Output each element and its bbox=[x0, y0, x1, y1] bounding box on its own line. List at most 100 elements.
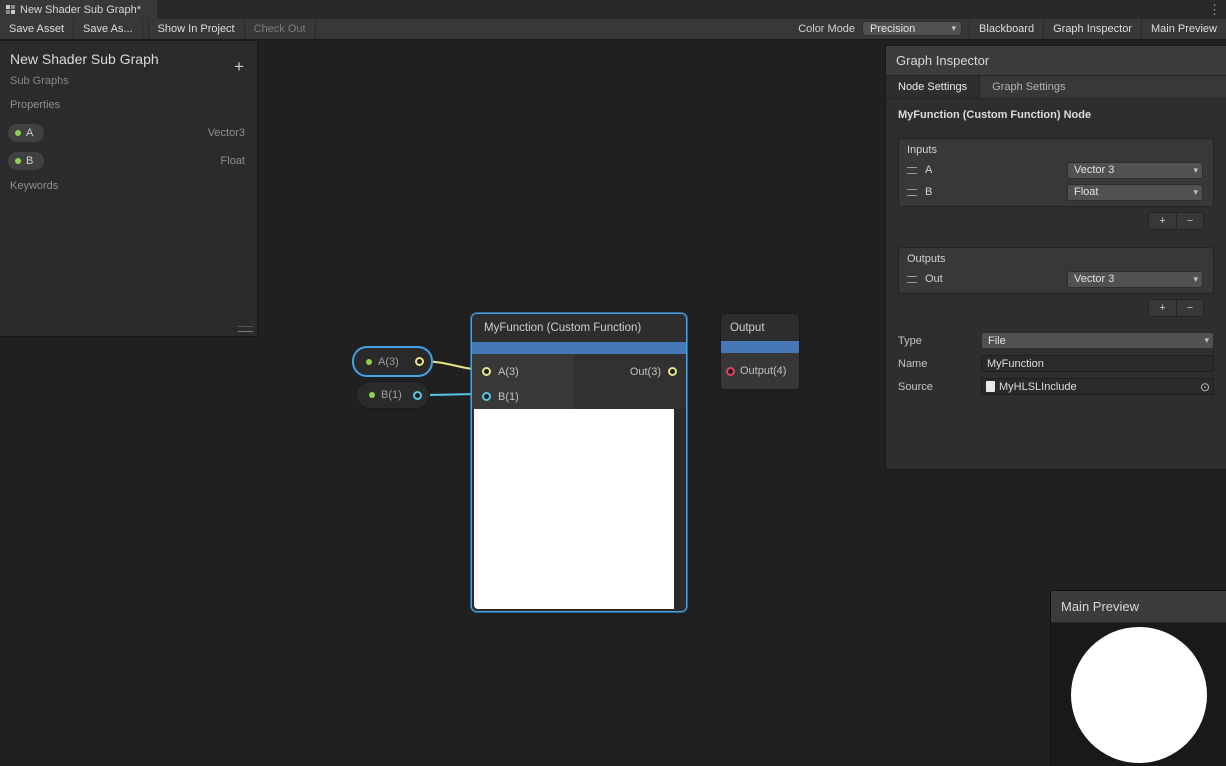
color-mode-value: Precision bbox=[870, 23, 915, 35]
main-preview-toggle-button[interactable]: Main Preview bbox=[1141, 19, 1226, 39]
hlsl-file-icon bbox=[986, 381, 995, 392]
custom-function-node[interactable]: MyFunction (Custom Function) A(3) B(1) O… bbox=[471, 313, 687, 612]
inputs-box: Inputs A Vector 3 ▾ B Float ▾ bbox=[898, 138, 1214, 207]
property-color-dot bbox=[366, 359, 372, 365]
object-picker-icon[interactable]: ⊙ bbox=[1200, 381, 1210, 393]
port-label: Out(3) bbox=[630, 366, 661, 378]
property-node-a[interactable]: A(3) bbox=[352, 346, 433, 377]
node-title[interactable]: MyFunction (Custom Function) bbox=[472, 314, 686, 342]
drag-handle-icon[interactable] bbox=[907, 276, 917, 283]
output-port-icon[interactable] bbox=[413, 391, 422, 400]
shader-graph-window: A(3) B(1) MyFunction (Custom Function) A… bbox=[0, 0, 1226, 766]
property-row-a[interactable]: A Vector3 bbox=[8, 120, 251, 146]
blackboard-panel[interactable]: New Shader Sub Graph + Sub Graphs Proper… bbox=[0, 40, 258, 337]
property-node-label: B(1) bbox=[381, 389, 402, 401]
property-pill[interactable]: A bbox=[8, 124, 44, 142]
property-color-dot bbox=[15, 130, 21, 136]
input-type-dropdown[interactable]: Float ▾ bbox=[1067, 184, 1203, 201]
source-field-row: Source MyHLSLInclude ⊙ bbox=[898, 378, 1214, 395]
graph-inspector-toggle-button[interactable]: Graph Inspector bbox=[1043, 19, 1141, 39]
property-node-label: A(3) bbox=[378, 356, 399, 368]
type-dropdown[interactable]: File ▾ bbox=[981, 332, 1214, 349]
main-preview-viewport[interactable] bbox=[1051, 623, 1226, 766]
input-type-dropdown[interactable]: Vector 3 ▾ bbox=[1067, 162, 1203, 179]
shader-graph-asset-icon bbox=[6, 5, 15, 14]
output-port-row: Out(3) bbox=[573, 359, 686, 384]
color-mode-dropdown[interactable]: Precision ▾ bbox=[862, 21, 962, 36]
chevron-down-icon: ▾ bbox=[952, 24, 957, 33]
property-type: Float bbox=[221, 155, 251, 167]
add-input-button[interactable]: + bbox=[1149, 213, 1176, 229]
output-port-icon[interactable] bbox=[415, 357, 424, 366]
tab-title: New Shader Sub Graph* bbox=[20, 4, 141, 16]
source-label: Source bbox=[898, 381, 981, 393]
chevron-down-icon: ▾ bbox=[1193, 275, 1198, 284]
property-type: Vector3 bbox=[208, 127, 251, 139]
property-color-dot bbox=[369, 392, 375, 398]
input-port-row: B(1) bbox=[472, 384, 573, 409]
property-color-dot bbox=[15, 158, 21, 164]
save-asset-button[interactable]: Save Asset bbox=[0, 19, 74, 39]
node-output-ports: Out(3) bbox=[573, 354, 686, 409]
output-row-out[interactable]: Out Vector 3 ▾ bbox=[899, 268, 1213, 290]
name-label: Name bbox=[898, 358, 981, 370]
remove-input-button[interactable]: − bbox=[1176, 213, 1203, 229]
drag-handle-icon[interactable] bbox=[907, 167, 917, 174]
input-type-value: Float bbox=[1074, 186, 1098, 198]
add-output-button[interactable]: + bbox=[1149, 300, 1176, 316]
inputs-box-title: Inputs bbox=[899, 139, 1213, 159]
output-type-dropdown[interactable]: Vector 3 ▾ bbox=[1067, 271, 1203, 288]
node-input-ports: A(3) B(1) bbox=[472, 354, 573, 409]
toolbar: Save Asset Save As... Show In Project Ch… bbox=[0, 19, 1226, 40]
input-row-a[interactable]: A Vector 3 ▾ bbox=[899, 159, 1213, 181]
node-accent-strip bbox=[472, 342, 686, 354]
port-label: Output(4) bbox=[740, 365, 786, 377]
drag-handle-icon[interactable] bbox=[907, 189, 917, 196]
blackboard-title: New Shader Sub Graph bbox=[10, 51, 159, 67]
color-mode-label: Color Mode bbox=[791, 19, 862, 39]
chevron-down-icon: ▾ bbox=[1193, 188, 1198, 197]
selected-node-header: MyFunction (Custom Function) Node bbox=[898, 109, 1214, 121]
node-title[interactable]: Output bbox=[721, 314, 799, 341]
outputs-box: Outputs Out Vector 3 ▾ bbox=[898, 247, 1214, 294]
property-pill[interactable]: B bbox=[8, 152, 44, 170]
port-label: B(1) bbox=[498, 391, 519, 403]
graph-options-icon[interactable]: ⋮ bbox=[1208, 1, 1221, 18]
outputs-box-title: Outputs bbox=[899, 248, 1213, 268]
blackboard-resize-handle[interactable] bbox=[238, 326, 253, 332]
input-port-icon[interactable] bbox=[482, 392, 491, 401]
chevron-down-icon: ▾ bbox=[1193, 166, 1198, 175]
inputs-list-controls: + − bbox=[898, 212, 1204, 230]
graph-inspector-panel[interactable]: Graph Inspector Node Settings Graph Sett… bbox=[885, 45, 1226, 470]
remove-output-button[interactable]: − bbox=[1176, 300, 1203, 316]
output-name: Out bbox=[925, 273, 1067, 285]
output-port-row: Output(4) bbox=[721, 353, 799, 389]
input-port-icon[interactable] bbox=[726, 367, 735, 376]
blackboard-subtitle: Sub Graphs bbox=[10, 75, 69, 87]
output-type-value: Vector 3 bbox=[1074, 273, 1114, 285]
main-preview-panel[interactable]: Main Preview bbox=[1050, 590, 1226, 766]
tab-new-shader-sub-graph[interactable]: New Shader Sub Graph* bbox=[0, 0, 157, 19]
function-name-input[interactable]: MyFunction bbox=[981, 355, 1214, 372]
tab-graph-settings[interactable]: Graph Settings bbox=[980, 76, 1077, 98]
input-port-icon[interactable] bbox=[482, 367, 491, 376]
tab-node-settings[interactable]: Node Settings bbox=[886, 76, 980, 98]
property-node-b[interactable]: B(1) bbox=[356, 381, 430, 409]
main-preview-title: Main Preview bbox=[1051, 591, 1226, 623]
input-type-value: Vector 3 bbox=[1074, 164, 1114, 176]
properties-section-label: Properties bbox=[10, 99, 60, 111]
input-port-row: A(3) bbox=[472, 359, 573, 384]
source-object-field[interactable]: MyHLSLInclude ⊙ bbox=[981, 378, 1214, 395]
outputs-list-controls: + − bbox=[898, 299, 1204, 317]
property-row-b[interactable]: B Float bbox=[8, 148, 251, 174]
input-row-b[interactable]: B Float ▾ bbox=[899, 181, 1213, 203]
show-in-project-button[interactable]: Show In Project bbox=[148, 19, 245, 39]
type-label: Type bbox=[898, 335, 981, 347]
output-port-icon[interactable] bbox=[668, 367, 677, 376]
blackboard-toggle-button[interactable]: Blackboard bbox=[969, 19, 1043, 39]
inspector-tabs: Node Settings Graph Settings bbox=[886, 76, 1226, 99]
add-property-button[interactable]: + bbox=[234, 58, 244, 75]
output-node[interactable]: Output Output(4) bbox=[720, 313, 800, 390]
save-as-button[interactable]: Save As... bbox=[74, 19, 143, 39]
property-name: A bbox=[26, 127, 33, 139]
